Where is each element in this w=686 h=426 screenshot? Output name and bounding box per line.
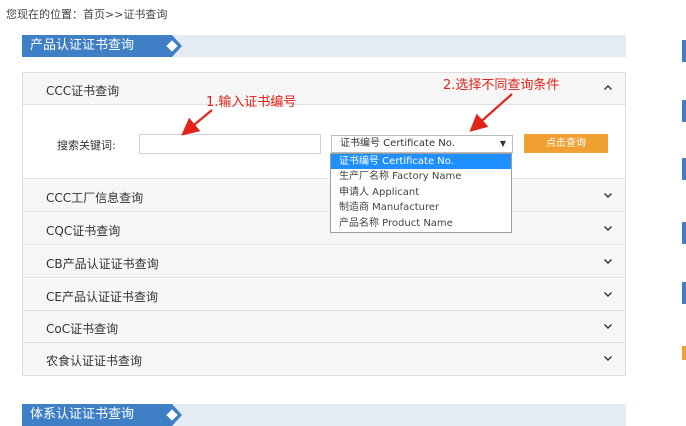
annotation-arrows xyxy=(181,93,513,136)
annotation-arrow-2 xyxy=(469,93,513,132)
annotation-arrow-1 xyxy=(181,109,213,136)
